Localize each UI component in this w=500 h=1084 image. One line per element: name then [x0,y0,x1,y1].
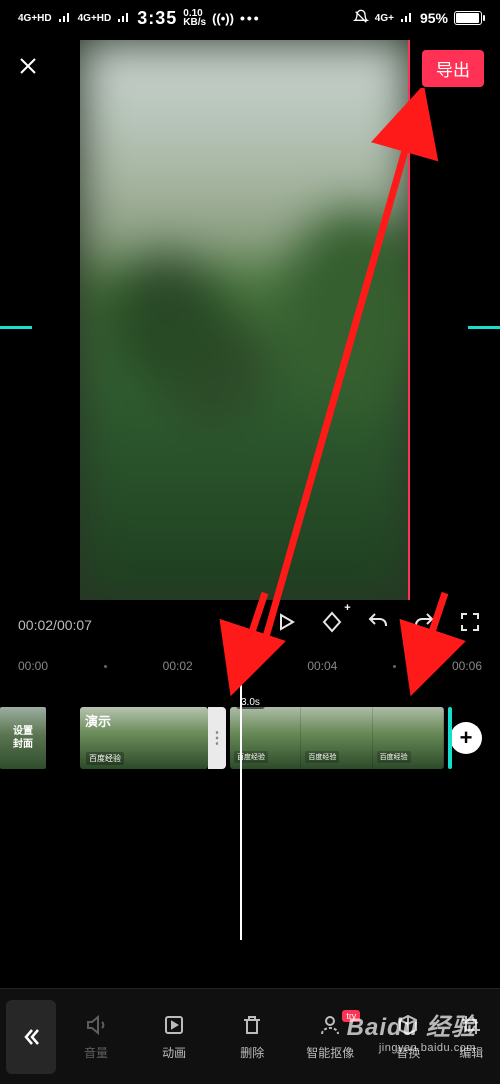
ruler-tick: 00:02 [163,659,193,673]
add-clip-button[interactable]: + [450,722,482,754]
network-indicator-1: 4G+HD [18,14,52,23]
signal-bars-icon [117,10,131,26]
hotspot-icon: ((•)) [212,11,234,26]
time-indicator: 00:02/00:07 [18,617,92,633]
volume-icon [83,1012,109,1038]
annotation-arrow-3 [390,588,470,698]
person-icon [317,1012,343,1038]
close-icon[interactable] [16,54,40,83]
timeline-track[interactable]: 设置 封面 演示 百度经验 ⋮ 百度经验 百度经验 百度经验 3.0s + [0,694,500,782]
clock: 3:35 [137,8,177,29]
bell-off-icon [353,9,369,28]
clip-trim-handle[interactable]: ⋮ [208,707,226,769]
watermark: Baidu 经验 jingyan.baidu.com [347,1007,476,1054]
annotation-arrow-2 [210,588,290,698]
network-indicator-2: 4G+HD [78,14,112,23]
guide-bar-right [468,326,500,329]
export-button[interactable]: 导出 [422,50,484,87]
data-speed: 0.10 KB/s [183,9,206,27]
clip-2[interactable]: 百度经验 百度经验 百度经验 [230,707,444,769]
animation-icon [161,1012,187,1038]
guide-bar-left [0,326,32,329]
toolbar-back-button[interactable] [6,1000,56,1074]
battery-percent: 95% [420,10,448,26]
trash-icon [239,1012,265,1038]
clip-end-handle[interactable] [448,707,452,769]
tool-delete[interactable]: 删除 [214,1012,290,1061]
clip-1[interactable]: 演示 百度经验 [80,707,208,769]
app-bar: 导出 [0,50,500,87]
signal-bars-icon [58,10,72,26]
battery-icon [454,11,482,25]
tool-animation[interactable]: 动画 [136,1012,212,1061]
set-cover-button[interactable]: 设置 封面 [0,707,46,769]
tool-volume[interactable]: 音量 [58,1012,134,1061]
signal-bars-icon [400,10,414,26]
network-indicator-3: 4G+ [375,14,394,23]
status-bar: 4G+HD 4G+HD 3:35 0.10 KB/s ((•)) ••• 4G+… [0,0,500,36]
more-icon: ••• [240,10,261,26]
ruler-tick: 00:00 [18,659,48,673]
